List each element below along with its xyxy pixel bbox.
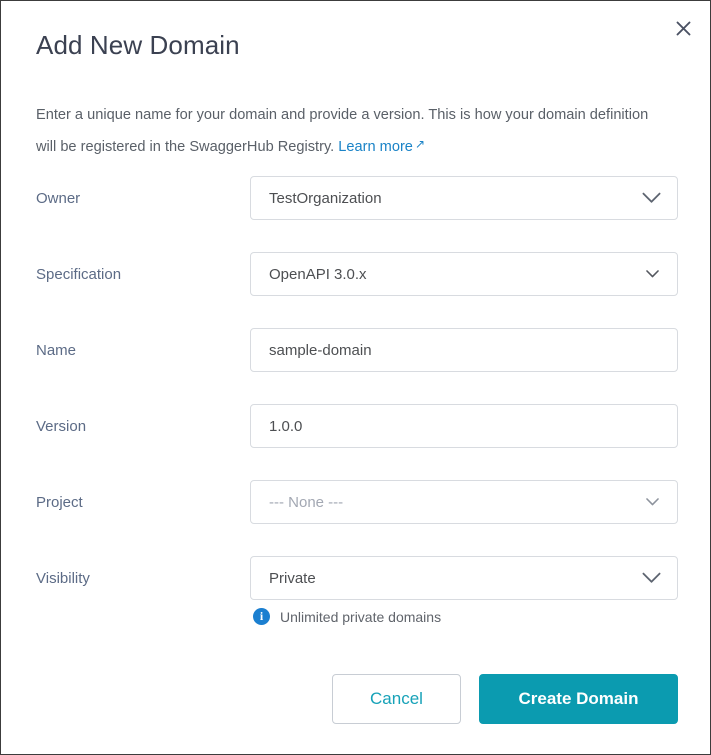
visibility-select-value: Private [269,569,316,587]
info-icon: i [253,608,270,625]
owner-select-value: TestOrganization [269,189,382,207]
visibility-hint-text: Unlimited private domains [280,608,442,625]
cancel-button[interactable]: Cancel [332,674,461,724]
label-version: Version [36,418,87,435]
chevron-down-icon [646,498,677,506]
close-icon[interactable] [670,15,696,41]
form-row-version: Version 1.0.0 [1,404,710,480]
owner-select[interactable]: TestOrganization [250,176,678,220]
label-project: Project [36,494,83,511]
name-input[interactable]: sample-domain [250,328,678,372]
version-input[interactable]: 1.0.0 [250,404,678,448]
visibility-hint: i Unlimited private domains [253,608,441,625]
page-title: Add New Domain [36,30,240,60]
external-link-icon: ↗ [414,137,425,151]
form-row-name: Name sample-domain [1,328,710,404]
specification-select-value: OpenAPI 3.0.x [269,265,367,283]
learn-more-link[interactable]: Learn more ↗ [338,137,425,155]
specification-select[interactable]: OpenAPI 3.0.x [250,252,678,296]
chevron-down-icon [646,270,677,278]
label-specification: Specification [36,266,122,283]
close-icon-glyph [676,21,690,35]
label-name: Name [36,342,77,359]
visibility-select[interactable]: Private [250,556,678,600]
chevron-down-icon [642,192,677,204]
create-domain-button[interactable]: Create Domain [479,674,678,724]
form-row-specification: Specification OpenAPI 3.0.x [1,252,710,328]
project-select-value: --- None --- [269,493,344,511]
form-row-visibility: Visibility Private i Unlimited private d… [1,556,710,632]
version-input-value: 1.0.0 [269,417,303,435]
label-visibility: Visibility [36,570,90,587]
dialog-footer: Cancel Create Domain [1,674,710,726]
dialog-description: Enter a unique name for your domain and … [36,101,666,162]
chevron-down-icon [642,572,677,584]
add-new-domain-dialog: Add New Domain Enter a unique name for y… [0,0,711,755]
form-row-owner: Owner TestOrganization [1,176,710,252]
learn-more-label: Learn more [338,139,413,155]
label-owner: Owner [36,190,81,207]
name-input-value: sample-domain [269,341,372,359]
domain-form: Owner TestOrganization Specification Ope… [1,176,710,632]
form-row-project: Project --- None --- [1,480,710,556]
project-select[interactable]: --- None --- [250,480,678,524]
